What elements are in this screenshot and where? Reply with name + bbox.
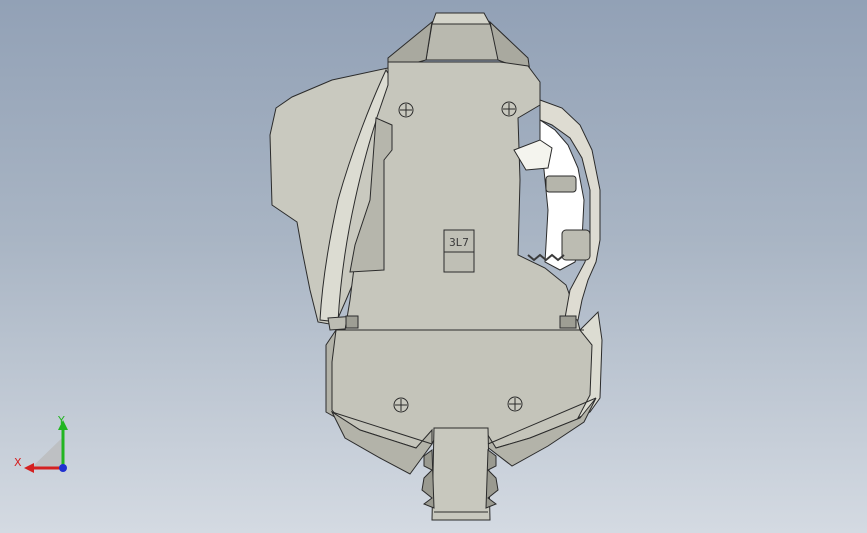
mouse-shell-model[interactable]: 3L7 (0, 0, 867, 533)
x-axis-label: X (14, 456, 22, 469)
tail-right-teeth (485, 449, 499, 509)
right-clip (559, 315, 577, 329)
bottom-tail-connector (431, 427, 491, 521)
x-arrow-head (24, 463, 34, 473)
screw-top-right (501, 101, 517, 117)
engraving-text: 3L7 (449, 236, 469, 249)
axis-triad: Y X (14, 414, 68, 473)
screw-bottom-left (393, 397, 409, 413)
tail-left-teeth (421, 449, 435, 509)
screw-bottom-right (507, 396, 523, 412)
y-axis-label: Y (57, 414, 65, 427)
z-axis-dot (59, 464, 67, 472)
left-clip (345, 315, 359, 329)
cad-viewport[interactable]: 3L7 Y X (0, 0, 867, 533)
screw-top-left (398, 102, 414, 118)
right-pin-upper (545, 175, 577, 193)
triad-plane (32, 438, 62, 467)
top-nose-cap (431, 12, 491, 25)
right-pin-lower (561, 229, 591, 261)
top-nose-body (425, 23, 501, 61)
